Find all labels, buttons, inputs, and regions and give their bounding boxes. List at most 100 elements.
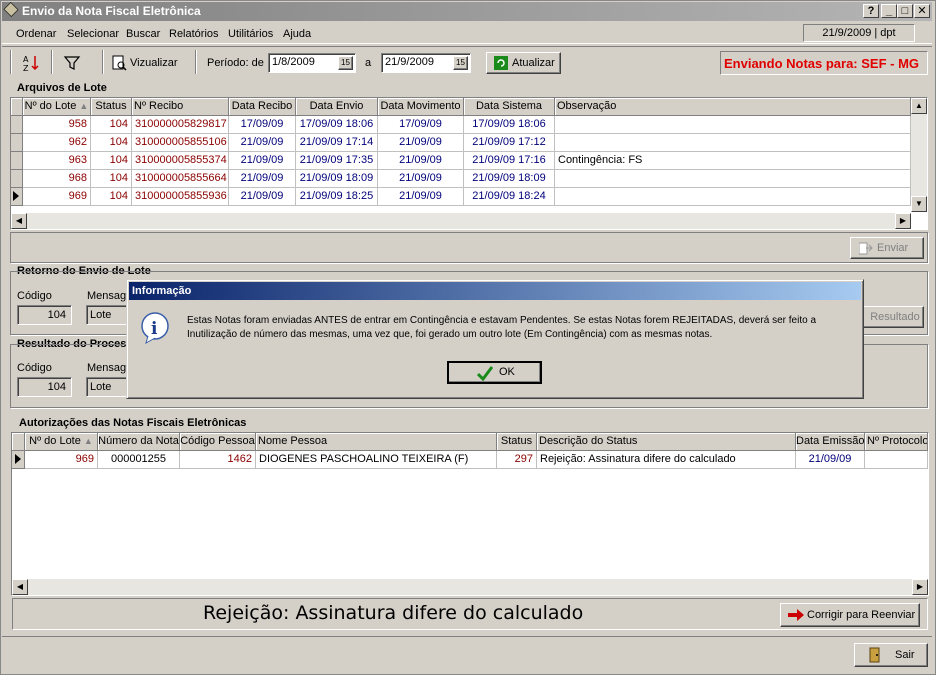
lote-col-observacao[interactable]: Observação — [555, 98, 911, 116]
lote-scroll-right[interactable]: ▶ — [895, 213, 911, 229]
menu-buscar[interactable]: Buscar — [126, 28, 160, 40]
lote-cell[interactable]: 21/09/09 — [378, 152, 464, 170]
row-indicator[interactable] — [11, 134, 23, 152]
lote-cell[interactable] — [555, 170, 911, 188]
row-indicator[interactable] — [11, 170, 23, 188]
lote-cell[interactable] — [555, 116, 911, 134]
autoriz-cell[interactable] — [865, 451, 928, 469]
calendar-to-icon[interactable]: 15 — [453, 56, 468, 70]
lote-cell[interactable]: 962 — [23, 134, 91, 152]
autoriz-cell[interactable]: DIOGENES PASCHOALINO TEIXEIRA (F) — [256, 451, 497, 469]
lote-cell[interactable]: 969 — [23, 188, 91, 206]
autoriz-cell[interactable]: 297 — [497, 451, 537, 469]
lote-cell[interactable]: Contingência: FS — [555, 152, 911, 170]
lote-cell[interactable]: 21/09/09 — [378, 170, 464, 188]
menu-selecionar[interactable]: Selecionar — [67, 28, 119, 40]
autoriz-cell[interactable]: 000001255 — [98, 451, 180, 469]
autoriz-scroll-right[interactable]: ▶ — [912, 579, 928, 595]
visualizar-button[interactable]: Vizualizar — [111, 54, 183, 72]
lote-col-data-movimento[interactable]: Data Movimento — [378, 98, 464, 116]
corrigir-button[interactable]: Corrigir para Reenviar — [780, 603, 920, 627]
lote-cell[interactable]: 21/09/09 17:35 — [296, 152, 378, 170]
menu-relatorios[interactable]: Relatórios — [169, 28, 219, 40]
autoriz-col-nome[interactable]: Nome Pessoa — [256, 433, 497, 451]
resultado-mensagem: Lote pro — [86, 377, 128, 397]
minimize-button[interactable]: _ — [881, 4, 897, 18]
menu-ajuda[interactable]: Ajuda — [283, 28, 311, 40]
lote-scroll-left[interactable]: ◀ — [11, 213, 27, 229]
lote-hscroll-track[interactable] — [27, 213, 895, 229]
lote-scroll-down[interactable]: ▼ — [911, 196, 927, 212]
lote-cell[interactable]: 104 — [91, 134, 132, 152]
lote-cell[interactable]: 21/09/09 — [229, 188, 296, 206]
lote-cell[interactable]: 21/09/09 17:12 — [464, 134, 555, 152]
autoriz-col-status[interactable]: Status — [497, 433, 537, 451]
autoriz-col-nota[interactable]: Número da Nota — [98, 433, 180, 451]
lote-cell[interactable]: 104 — [91, 170, 132, 188]
lote-cell[interactable]: 963 — [23, 152, 91, 170]
lote-cell[interactable]: 310000005855374 — [132, 152, 229, 170]
autoriz-cell[interactable]: 1462 — [180, 451, 256, 469]
row-indicator[interactable] — [11, 152, 23, 170]
lote-cell[interactable]: 17/09/09 18:06 — [464, 116, 555, 134]
autoriz-cell[interactable]: 969 — [25, 451, 98, 469]
lote-cell[interactable]: 21/09/09 18:25 — [296, 188, 378, 206]
lote-cell[interactable]: 21/09/09 18:09 — [296, 170, 378, 188]
lote-cell[interactable]: 21/09/09 — [229, 152, 296, 170]
lote-col-status[interactable]: Status — [91, 98, 132, 116]
autoriz-col-descricao[interactable]: Descrição do Status — [537, 433, 796, 451]
help-button[interactable]: ? — [863, 4, 879, 18]
autoriz-hscroll-track[interactable] — [28, 579, 912, 595]
lote-cell[interactable]: 104 — [91, 188, 132, 206]
lote-cell[interactable] — [555, 134, 911, 152]
lote-cell[interactable]: 21/09/09 18:09 — [464, 170, 555, 188]
autoriz-scroll-left[interactable]: ◀ — [12, 579, 28, 595]
lote-cell[interactable]: 21/09/09 17:14 — [296, 134, 378, 152]
lote-cell[interactable]: 310000005855664 — [132, 170, 229, 188]
lote-cell[interactable]: 958 — [23, 116, 91, 134]
menu-ordenar[interactable]: Ordenar — [16, 28, 56, 40]
autoriz-col-protocolo[interactable]: Nº Protocolo — [865, 433, 928, 451]
lote-cell[interactable]: 17/09/09 — [229, 116, 296, 134]
autoriz-col-lote[interactable]: Nº do Lote ▲ — [25, 433, 98, 451]
dialog-text: Estas Notas foram enviadas ANTES de entr… — [187, 315, 817, 340]
sair-button[interactable]: Sair — [854, 643, 928, 667]
calendar-from-icon[interactable]: 15 — [338, 56, 353, 70]
lote-cell[interactable]: 968 — [23, 170, 91, 188]
row-indicator[interactable] — [11, 116, 23, 134]
lote-col-lote[interactable]: Nº do Lote ▲ — [23, 98, 91, 116]
lote-col-data-sistema[interactable]: Data Sistema — [464, 98, 555, 116]
lote-col-recibo[interactable]: Nº Recibo — [132, 98, 229, 116]
lote-cell[interactable]: 21/09/09 17:16 — [464, 152, 555, 170]
ok-button[interactable]: OK — [447, 361, 542, 384]
lote-cell[interactable]: 21/09/09 — [229, 170, 296, 188]
lote-cell[interactable] — [555, 188, 911, 206]
lote-cell[interactable]: 21/09/09 — [229, 134, 296, 152]
maximize-button[interactable]: □ — [897, 4, 913, 18]
lote-cell[interactable]: 21/09/09 — [378, 134, 464, 152]
filter-button[interactable] — [63, 54, 81, 72]
row-indicator[interactable] — [11, 188, 23, 206]
enviar-button[interactable]: Enviar — [850, 237, 924, 259]
close-button[interactable]: ✕ — [914, 4, 930, 18]
autoriz-cell[interactable]: 21/09/09 — [796, 451, 865, 469]
lote-cell[interactable]: 310000005855936 — [132, 188, 229, 206]
autoriz-cell[interactable]: Rejeição: Assinatura difere do calculado — [537, 451, 796, 469]
lote-cell[interactable]: 104 — [91, 116, 132, 134]
lote-cell[interactable]: 21/09/09 — [378, 188, 464, 206]
lote-cell[interactable]: 17/09/09 18:06 — [296, 116, 378, 134]
lote-scroll-up[interactable]: ▲ — [911, 98, 927, 114]
lote-col-data-envio[interactable]: Data Envio — [296, 98, 378, 116]
lote-cell[interactable]: 21/09/09 18:24 — [464, 188, 555, 206]
lote-cell[interactable]: 310000005855106 — [132, 134, 229, 152]
sort-az-button[interactable]: AZ — [22, 53, 42, 73]
lote-col-data-recibo[interactable]: Data Recibo — [229, 98, 296, 116]
autoriz-col-codigo[interactable]: Código Pessoa — [180, 433, 256, 451]
lote-cell[interactable]: 17/09/09 — [378, 116, 464, 134]
lote-cell[interactable]: 104 — [91, 152, 132, 170]
menu-utilitarios[interactable]: Utilitários — [228, 28, 273, 40]
autoriz-col-data-emissao[interactable]: Data Emissão — [796, 433, 865, 451]
lote-cell[interactable]: 310000005829817 — [132, 116, 229, 134]
row-indicator[interactable] — [12, 451, 25, 469]
atualizar-button[interactable]: Atualizar — [486, 52, 561, 74]
